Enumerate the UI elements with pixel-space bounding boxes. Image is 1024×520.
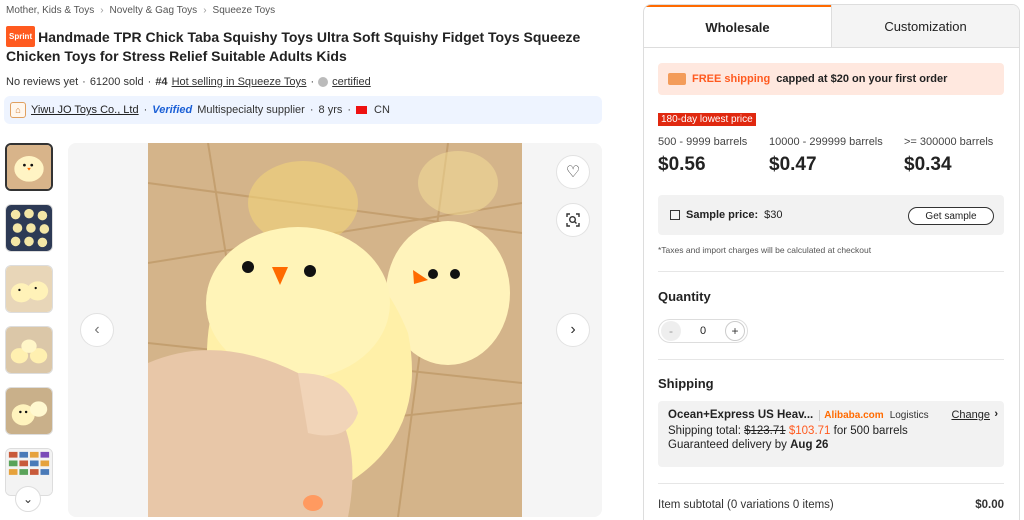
shipping-total-line: Shipping total: $123.71 $103.71 for 500 … <box>668 425 994 437</box>
supplier-bar: ⌂ Yiwu JO Toys Co., Ltd · Verified Multi… <box>4 96 602 124</box>
product-title-block: Sprint Handmade TPR Chick Taba Squishy To… <box>6 26 606 66</box>
sprint-badge: Sprint <box>6 26 36 47</box>
image-search-icon[interactable] <box>556 203 590 237</box>
purchase-panel: Wholesale Customization FREE shipping ca… <box>643 4 1020 520</box>
breadcrumb-item[interactable]: Squeeze Toys <box>213 5 276 16</box>
sample-price: $30 <box>764 209 783 221</box>
change-shipping-link[interactable]: Change <box>951 409 990 421</box>
thumbnail[interactable] <box>5 143 53 191</box>
product-meta: No reviews yet · 61200 sold · #4 Hot sel… <box>6 76 371 88</box>
image-gallery: ♡ ‹ › <box>68 143 602 517</box>
chevron-right-icon: › <box>203 5 207 16</box>
chick-squishy-image <box>148 143 522 517</box>
supplier-type: Multispecialty supplier <box>197 104 305 116</box>
box-icon <box>670 210 680 220</box>
tier-range: 500 - 9999 barrels <box>658 136 748 148</box>
rank-category-link[interactable]: Hot selling in Squeeze Toys <box>172 76 307 88</box>
price-tier: 10000 - 299999 barrels $0.47 <box>769 136 883 176</box>
chevron-right-icon: › <box>100 5 104 16</box>
tier-price: $0.47 <box>769 154 817 175</box>
sample-box: Sample price: $30 Get sample <box>658 195 1004 235</box>
quantity-title: Quantity <box>658 289 711 304</box>
subtotal-label: Item subtotal (0 variations 0 items) <box>658 499 834 511</box>
meta-separator: · <box>82 76 86 88</box>
quantity-stepper: - 0 + <box>658 319 748 343</box>
meta-separator: · <box>310 76 315 88</box>
quantity-value[interactable]: 0 <box>700 325 706 337</box>
shipping-method: Ocean+Express US Heav... <box>668 409 814 421</box>
lens-icon <box>566 213 580 227</box>
shipping-card: Ocean+Express US Heav... Alibaba.com Log… <box>658 401 1004 467</box>
china-flag-icon <box>356 106 368 114</box>
chevron-right-icon[interactable]: › <box>994 408 998 420</box>
supplier-name-link[interactable]: Yiwu JO Toys Co., Ltd <box>31 104 139 116</box>
shipping-total-label: Shipping total: <box>668 425 741 437</box>
free-shipping-condition: capped at $20 on your first order <box>776 73 948 85</box>
rank-number: #4 <box>155 76 168 88</box>
chevron-right-icon[interactable]: › <box>556 313 590 347</box>
meta-separator: · <box>143 104 148 116</box>
supplier-country: CN <box>374 104 390 116</box>
breadcrumb: Mother, Kids & Toys › Novelty & Gag Toys… <box>6 5 275 16</box>
panel-tabs: Wholesale Customization <box>644 5 1019 48</box>
breadcrumb-item[interactable]: Novelty & Gag Toys <box>110 5 198 16</box>
thumbnail-list <box>5 143 53 496</box>
product-title-text: Handmade TPR Chick Taba Squishy Toys Ult… <box>6 29 581 64</box>
divider <box>658 271 1004 272</box>
meta-separator: · <box>147 76 152 88</box>
breadcrumb-item[interactable]: Mother, Kids & Toys <box>6 5 94 16</box>
sample-label: Sample price: <box>686 209 759 221</box>
verified-badge: Verified <box>152 104 193 116</box>
lowest-price-badge: 180-day lowest price <box>658 113 756 126</box>
sold-count: 61200 sold <box>89 76 144 88</box>
subtotal-amount: $0.00 <box>975 499 1004 511</box>
thumbnail[interactable] <box>5 265 53 313</box>
divider <box>658 359 1004 360</box>
product-main-image <box>148 143 522 517</box>
reviews-text: No reviews yet <box>6 76 79 88</box>
chevron-left-icon[interactable]: ‹ <box>80 313 114 347</box>
store-icon: ⌂ <box>10 102 26 118</box>
logistics-label: Logistics <box>889 409 929 421</box>
get-sample-button[interactable]: Get sample <box>908 207 994 225</box>
quantity-increment-button[interactable]: + <box>725 321 745 341</box>
favorite-heart-icon[interactable]: ♡ <box>556 155 590 189</box>
shipping-title: Shipping <box>658 376 714 391</box>
free-shipping-text: FREE shipping <box>692 73 771 85</box>
thumbnail[interactable] <box>5 326 53 374</box>
free-shipping-banner: FREE shipping capped at $20 on your firs… <box>658 63 1004 95</box>
thumbnail[interactable] <box>5 204 53 252</box>
thumbnail[interactable] <box>5 387 53 435</box>
meta-separator: · <box>347 104 352 116</box>
tier-range: 10000 - 299999 barrels <box>769 136 883 148</box>
meta-separator: · <box>309 104 314 116</box>
alibaba-logistics-logo: Alibaba.com <box>819 409 884 421</box>
tab-wholesale[interactable]: Wholesale <box>644 5 831 47</box>
tier-range: >= 300000 barrels <box>904 136 994 148</box>
price-tier: 500 - 9999 barrels $0.56 <box>658 136 747 176</box>
quantity-decrement-button[interactable]: - <box>661 321 681 341</box>
shipping-new-price: $103.71 <box>788 425 831 437</box>
tier-price: $0.56 <box>658 154 706 175</box>
certified-link[interactable]: certified <box>332 76 371 88</box>
truck-icon <box>668 73 686 85</box>
shipping-method-line: Ocean+Express US Heav... Alibaba.com Log… <box>668 409 994 421</box>
item-subtotal: Item subtotal (0 variations 0 items) $0.… <box>658 499 1004 511</box>
supplier-years: 8 yrs <box>318 104 343 116</box>
tab-customization[interactable]: Customization <box>831 5 1019 47</box>
chevron-down-icon[interactable]: ⌄ <box>15 486 41 512</box>
product-title: Sprint Handmade TPR Chick Taba Squishy To… <box>6 26 606 66</box>
shipping-quantity: for 500 barrels <box>833 425 908 437</box>
price-tier: >= 300000 barrels $0.34 <box>904 136 993 176</box>
divider <box>658 483 1004 484</box>
certified-icon <box>318 77 329 87</box>
tax-note: *Taxes and import charges will be calcul… <box>658 245 872 255</box>
shipping-old-price: $123.71 <box>744 425 786 437</box>
guaranteed-delivery-line: Guaranteed delivery by Aug 26 <box>668 439 994 451</box>
tier-price: $0.34 <box>904 154 952 175</box>
guaranteed-date: Aug 26 <box>790 439 829 451</box>
guaranteed-label: Guaranteed delivery by <box>668 439 787 451</box>
